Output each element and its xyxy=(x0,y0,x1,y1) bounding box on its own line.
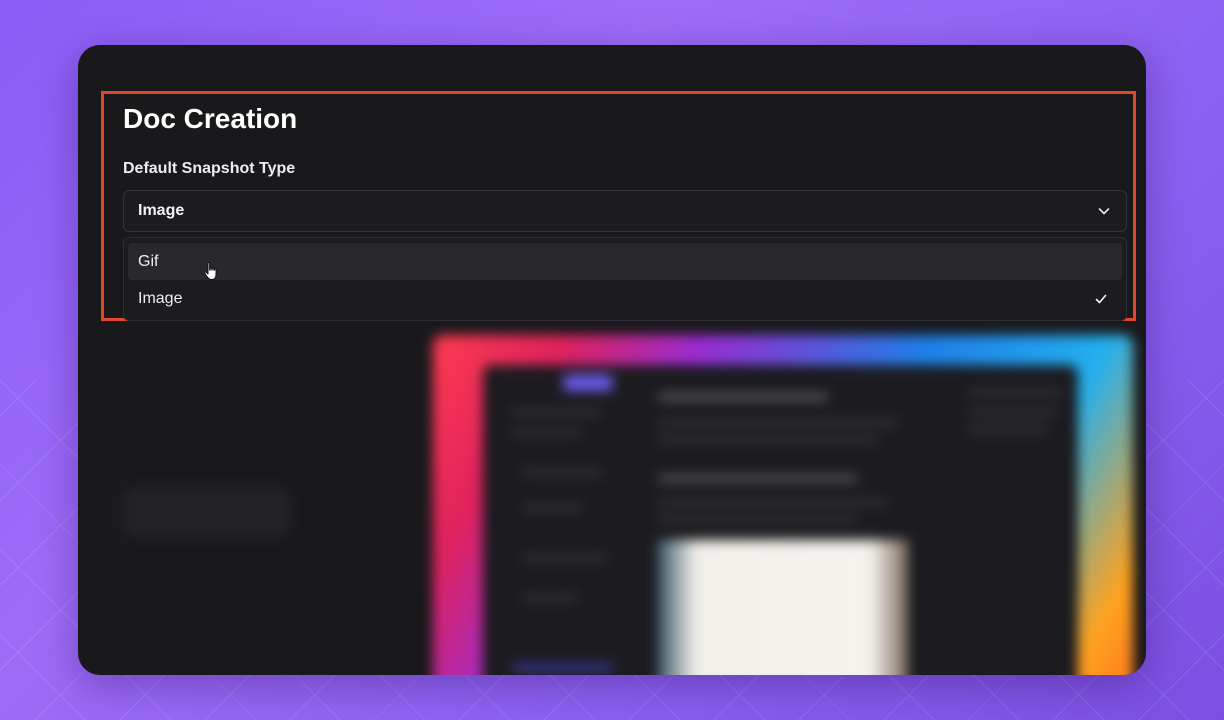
blurred-line xyxy=(511,410,601,415)
section-title: Doc Creation xyxy=(123,103,298,134)
option-label: Gif xyxy=(138,252,159,270)
app-window: Doc Creation Default Snapshot Type Image… xyxy=(78,45,1146,675)
chevron-down-icon xyxy=(1098,208,1110,215)
blurred-line xyxy=(513,665,613,670)
blurred-line xyxy=(511,430,581,435)
checkmark-icon xyxy=(1095,294,1107,303)
snapshot-type-select[interactable]: Image xyxy=(123,190,1127,232)
blurred-button xyxy=(123,487,291,537)
blurred-video-styling-section xyxy=(123,465,403,537)
blurred-line xyxy=(658,437,878,442)
snapshot-type-label: Default Snapshot Type xyxy=(123,160,296,177)
hand-pointer-cursor-icon xyxy=(204,262,217,280)
blurred-line xyxy=(523,555,608,560)
blurred-line xyxy=(523,505,583,510)
blurred-line xyxy=(968,390,1063,395)
option-label: Image xyxy=(138,289,183,307)
blurred-line xyxy=(523,595,578,600)
selected-value: Image xyxy=(138,202,185,219)
option-image[interactable]: Image xyxy=(128,280,1122,317)
blurred-line xyxy=(658,517,858,522)
blurred-line xyxy=(968,410,1058,415)
blurred-preview-app xyxy=(483,365,1078,675)
blurred-preview-sidebar xyxy=(483,365,634,675)
blurred-preview-image xyxy=(658,540,908,675)
option-gif[interactable]: Gif xyxy=(128,243,1122,280)
blurred-line xyxy=(658,393,828,401)
blurred-preview-pill xyxy=(563,375,613,391)
snapshot-type-options: Gif Image xyxy=(123,237,1127,321)
blurred-line xyxy=(658,420,898,425)
blurred-line xyxy=(658,500,888,505)
blurred-line xyxy=(523,470,603,475)
blurred-line xyxy=(658,475,858,482)
blurred-line xyxy=(968,427,1048,432)
